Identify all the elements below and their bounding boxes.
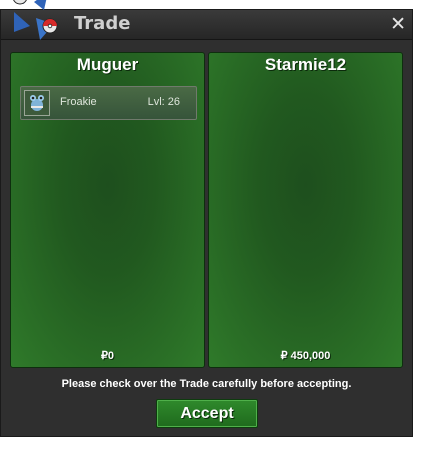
- trade-notice: Please check over the Trade carefully be…: [61, 378, 352, 390]
- window-title: Trade: [74, 13, 131, 34]
- close-icon[interactable]: ✕: [390, 13, 406, 35]
- partner-player-name: Starmie12: [264, 55, 347, 74]
- partner-offer-panel: Starmie12 ₽ 450,000: [208, 52, 403, 368]
- trade-window: Trade ✕ Muguer Froakie Lvl: 26 ₽0 Starmi…: [0, 9, 413, 437]
- item-name: Froakie: [60, 96, 97, 108]
- item-level: Lvl: 26: [147, 96, 180, 108]
- my-offer-panel: Muguer Froakie Lvl: 26 ₽0: [10, 52, 205, 368]
- my-player-name: Muguer: [76, 55, 139, 74]
- my-money-offer: ₽0: [100, 350, 115, 362]
- pokemon-icon: [24, 90, 50, 116]
- trade-logo-icon: [13, 0, 58, 40]
- offer-item-froakie[interactable]: Froakie Lvl: 26: [20, 86, 197, 120]
- accept-button[interactable]: Accept: [156, 399, 258, 428]
- partner-money-offer: ₽ 450,000: [280, 350, 331, 362]
